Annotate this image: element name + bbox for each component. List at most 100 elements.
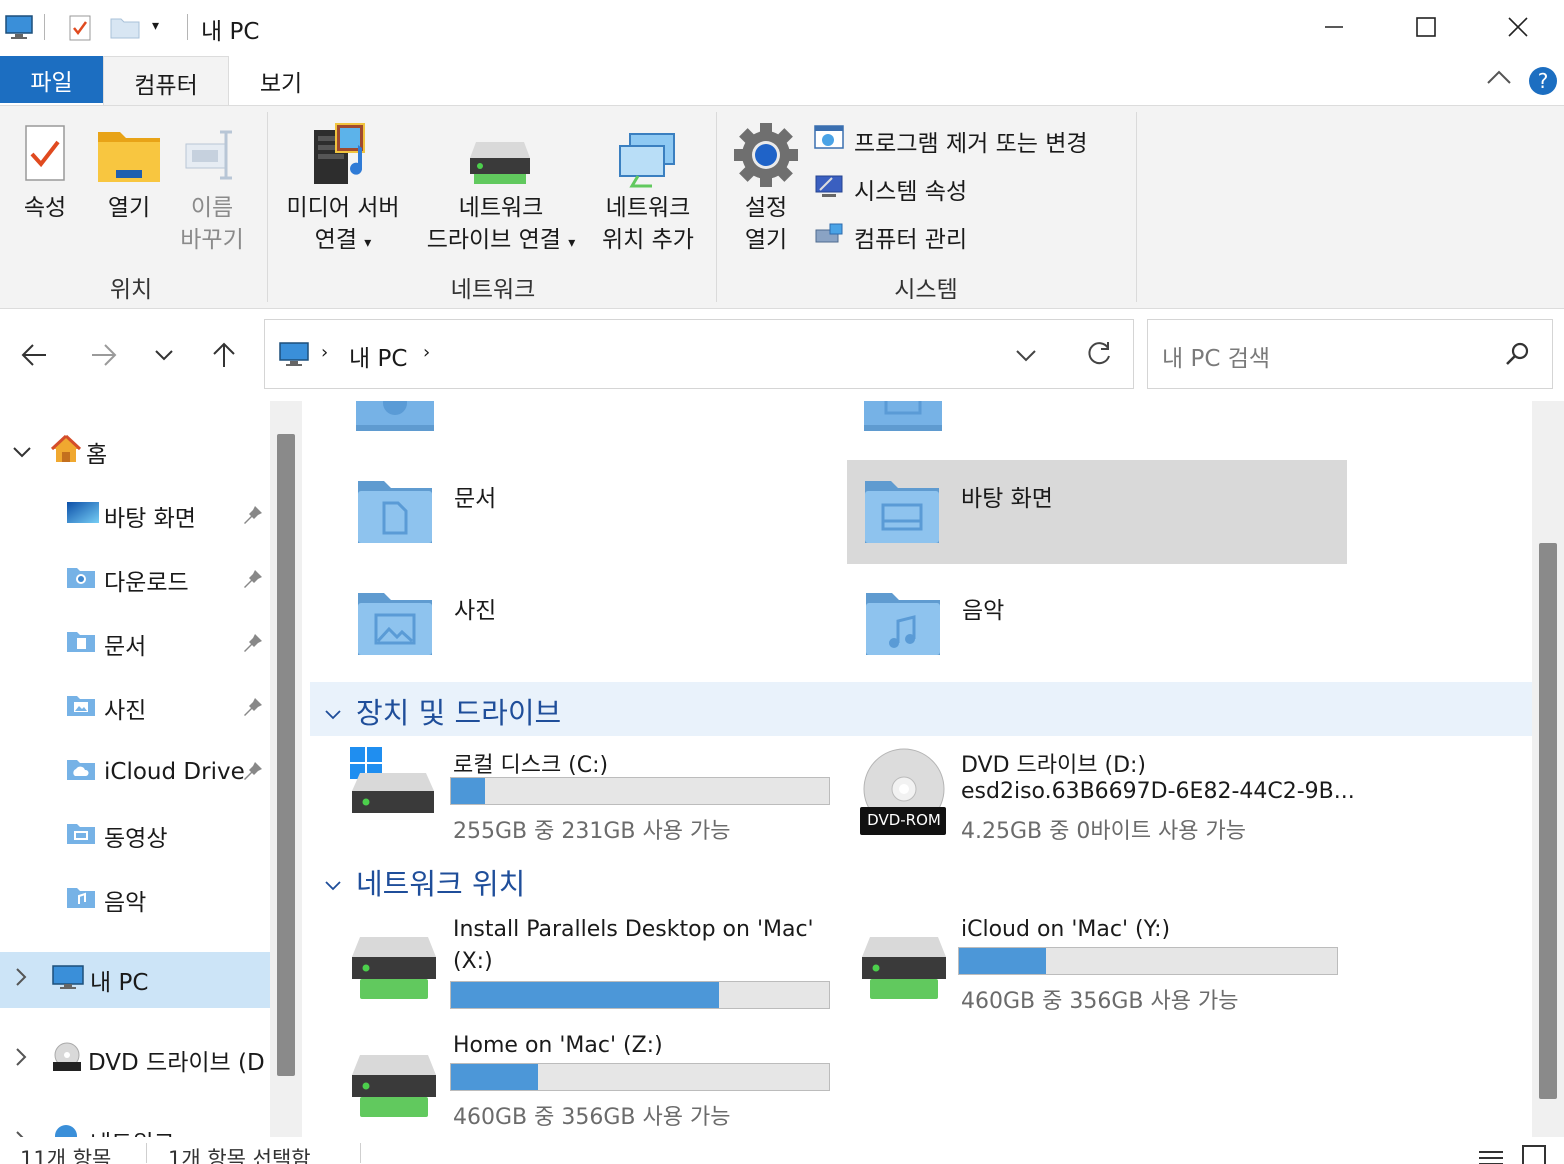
content-scroll-thumb[interactable] (1539, 543, 1557, 1099)
drive-z[interactable]: Home on 'Mac' (Z:) 460GB 중 356GB 사용 가능 (342, 1029, 842, 1133)
title-bar: ▾ 내 PC (0, 0, 1564, 54)
documents-folder-icon (66, 628, 96, 660)
properties-button[interactable]: 속성 (8, 120, 82, 260)
sidebar-item-pictures[interactable]: 사진 (0, 680, 270, 736)
drive-letter: (X:) (453, 949, 493, 974)
tab-computer[interactable]: 컴퓨터 (103, 56, 229, 108)
recent-locations-button[interactable] (142, 333, 186, 377)
media-server-icon (310, 122, 376, 192)
search-icon[interactable] (1504, 340, 1532, 372)
media-server-button[interactable]: 미디어 서버 연결 ▾ (276, 120, 410, 260)
pin-icon[interactable] (242, 632, 264, 660)
sidebar-item-downloads[interactable]: 다운로드 (0, 552, 270, 608)
up-button[interactable] (202, 333, 246, 377)
pictures-folder-icon (356, 587, 434, 661)
breadcrumb-mypc[interactable]: 내 PC (349, 339, 407, 373)
chevron-down-icon[interactable] (324, 694, 342, 728)
media-label-1: 미디어 서버 (286, 195, 400, 221)
maximize-button[interactable] (1380, 0, 1472, 54)
section-network-locations[interactable]: 네트워크 위치 (310, 853, 1532, 907)
close-button[interactable] (1472, 0, 1564, 54)
monitor-icon (4, 12, 34, 46)
pin-icon[interactable] (242, 760, 264, 788)
drive-y[interactable]: iCloud on 'Mac' (Y:) 460GB 중 356GB 사용 가능 (854, 913, 1354, 1017)
quick-access-dropdown-icon[interactable]: ▾ (152, 18, 159, 34)
media-dropdown-icon: ▾ (364, 235, 372, 251)
maximize-icon (1416, 17, 1436, 37)
chevron-right-icon[interactable] (14, 1047, 28, 1073)
rename-label-1: 이름 (190, 195, 234, 221)
section-devices[interactable]: 장치 및 드라이브 (310, 682, 1532, 736)
videos-folder-icon[interactable] (864, 401, 942, 437)
expand-chevron-icon[interactable] (12, 439, 32, 465)
drive-x[interactable]: Install Parallels Desktop on 'Mac' (X:) (342, 913, 842, 1017)
desktop-folder-icon (863, 475, 941, 549)
sidebar-item-desktop[interactable]: 바탕 화면 (0, 488, 270, 544)
drive-free-space: 4.25GB 중 0바이트 사용 가능 (961, 819, 1247, 844)
windows-drive-icon (348, 745, 440, 823)
documents-folder-icon (356, 475, 434, 549)
computer-management-icon (814, 220, 846, 254)
open-button[interactable]: 열기 (90, 120, 168, 260)
address-dropdown-icon[interactable] (1015, 348, 1037, 367)
details-view-icon[interactable] (1478, 1147, 1504, 1164)
sidebar-item-documents[interactable]: 문서 (0, 616, 270, 672)
open-settings-button[interactable]: 설정열기 (728, 120, 804, 260)
map-network-drive-button[interactable]: 네트워크 드라이브 연결 ▾ (414, 120, 588, 260)
network-drive-icon (470, 140, 530, 190)
folder-documents[interactable]: 문서 (346, 463, 826, 559)
new-folder-quick-icon[interactable] (110, 16, 140, 44)
folder-label: 사진 (454, 598, 497, 624)
rename-icon (184, 126, 244, 188)
forward-button[interactable] (82, 333, 126, 377)
refresh-icon[interactable] (1085, 340, 1113, 372)
sidebar-item-music[interactable]: 음악 (0, 872, 270, 928)
sidebar-item-videos[interactable]: 동영상 (0, 808, 270, 864)
chevron-down-icon[interactable] (324, 865, 342, 899)
folder-music[interactable]: 음악 (854, 575, 1334, 671)
minimize-button[interactable] (1288, 0, 1380, 54)
settings-label-2: 열기 (744, 227, 788, 253)
help-icon[interactable]: ? (1528, 66, 1558, 100)
tab-file[interactable]: 파일 (0, 56, 103, 103)
pin-icon[interactable] (242, 696, 264, 724)
add-network-location-button[interactable]: 네트워크 위치 추가 (592, 120, 704, 260)
navigation-bar: › 내 PC › 내 PC 검색 (0, 309, 1564, 401)
back-button[interactable] (12, 333, 56, 377)
address-bar[interactable]: › 내 PC › (264, 319, 1134, 389)
breadcrumb-chevron-icon[interactable]: › (423, 342, 430, 363)
search-box[interactable]: 내 PC 검색 (1147, 319, 1553, 389)
sidebar-item-network[interactable]: 네트워크 (0, 1112, 270, 1137)
downloads-folder-icon[interactable] (356, 401, 434, 437)
chevron-down-icon (155, 350, 173, 361)
drive-name: iCloud on 'Mac' (Y:) (961, 917, 1171, 942)
sidebar-item-label: 동영상 (104, 826, 168, 852)
pin-icon[interactable] (242, 504, 264, 532)
svg-text:?: ? (1538, 69, 1549, 93)
chevron-right-icon[interactable] (14, 967, 28, 993)
large-icons-view-icon[interactable] (1522, 1145, 1546, 1164)
system-properties-button[interactable]: 시스템 속성 (814, 172, 967, 206)
collapse-ribbon-icon[interactable] (1486, 68, 1512, 90)
desktop-icon (66, 500, 100, 532)
sidebar-item-dvd-drive[interactable]: DVD 드라이브 (D (0, 1032, 270, 1088)
sidebar-scroll-thumb[interactable] (277, 434, 295, 1076)
item-count: 11개 항목 (20, 1147, 112, 1164)
drive-c[interactable]: 로컬 디스크 (C:) 255GB 중 231GB 사용 가능 (342, 741, 842, 851)
sidebar-item-icloud-drive[interactable]: iCloud Drive (0, 744, 270, 800)
window-title: 내 PC (201, 19, 260, 45)
settings-label-1: 설정 (744, 195, 788, 221)
tab-view[interactable]: 보기 (229, 56, 333, 105)
sidebar-item-my-pc[interactable]: 내 PC (0, 952, 270, 1008)
properties-quick-icon[interactable] (67, 14, 93, 46)
computer-management-button[interactable]: 컴퓨터 관리 (814, 220, 967, 254)
folder-pictures[interactable]: 사진 (346, 575, 826, 671)
drive-d[interactable]: DVD-ROM DVD 드라이브 (D:) esd2iso.63B6697D-6… (854, 741, 1414, 851)
sidebar-item-home[interactable]: 홈 (0, 424, 270, 480)
folder-desktop[interactable]: 바탕 화면 (847, 460, 1347, 564)
chevron-right-icon[interactable] (14, 1130, 28, 1137)
videos-folder-icon (66, 820, 96, 852)
pin-icon[interactable] (242, 568, 264, 596)
uninstall-program-button[interactable]: 프로그램 제거 또는 변경 (814, 124, 1088, 158)
sidebar-item-label: 내 PC (90, 970, 149, 996)
